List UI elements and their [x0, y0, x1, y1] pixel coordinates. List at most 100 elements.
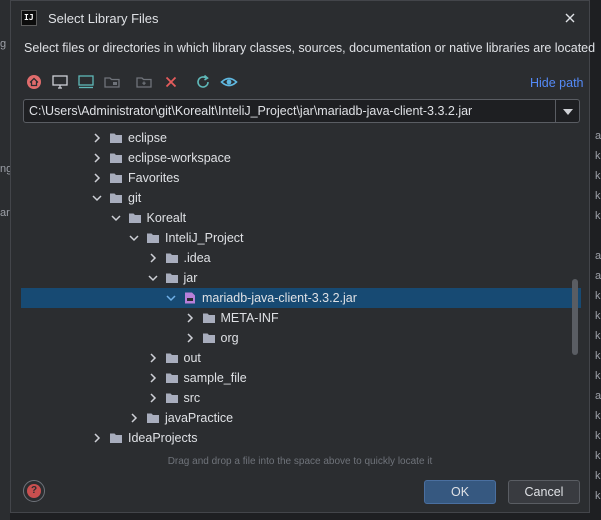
help-button[interactable]: ? [23, 480, 45, 502]
new-folder-button[interactable] [134, 72, 154, 92]
folder-icon [202, 331, 216, 345]
tree-row[interactable]: META-INF [21, 308, 581, 328]
project-button[interactable] [76, 72, 96, 92]
background-text: k [595, 290, 601, 302]
background-text: ar [595, 390, 601, 402]
background-text: k [595, 310, 601, 322]
chevron-right-icon[interactable] [91, 152, 103, 164]
jar-file-icon [183, 291, 197, 305]
tree-row-label: Favorites [128, 171, 180, 185]
folder-icon [165, 271, 179, 285]
background-text: k [595, 190, 601, 202]
folder-icon [202, 311, 216, 325]
tree-row[interactable]: org [21, 328, 581, 348]
chevron-down-icon[interactable] [128, 232, 140, 244]
tree-row[interactable]: git [21, 188, 581, 208]
tree-row[interactable]: eclipse [21, 128, 581, 148]
ok-button[interactable]: OK [424, 480, 496, 504]
folder-icon [146, 411, 160, 425]
tree-row-label: IdeaProjects [128, 431, 198, 445]
refresh-icon [197, 74, 209, 88]
chevron-right-icon[interactable] [91, 172, 103, 184]
background-text: k [595, 490, 601, 502]
folder-icon [128, 211, 142, 225]
drag-drop-hint: Drag and drop a file into the space abov… [167, 456, 433, 467]
tree-row-label: org [220, 331, 239, 345]
chevron-down-icon[interactable] [147, 272, 159, 284]
chevron-right-icon[interactable] [184, 332, 196, 344]
tree-row-label: .idea [183, 251, 211, 265]
chevron-right-icon[interactable] [91, 432, 103, 444]
tree-row[interactable]: IdeaProjects [21, 428, 581, 448]
tree-row[interactable]: out [21, 348, 581, 368]
delete-button[interactable] [161, 72, 181, 92]
path-history-dropdown[interactable] [555, 100, 579, 122]
background-text: ar [0, 207, 10, 219]
delete-icon [165, 76, 177, 88]
chevron-down-icon[interactable] [91, 192, 103, 204]
background-right-panel: arkkkkararkkkkkarkkkkk [590, 0, 601, 520]
chevron-right-icon[interactable] [147, 372, 159, 384]
file-tree: eclipse eclipse-workspace Favorites git Kore… [21, 128, 581, 452]
background-left-panel: g ng ar [0, 0, 12, 520]
background-text: k [595, 170, 601, 182]
background-text: k [595, 350, 601, 362]
path-input[interactable] [29, 100, 549, 122]
home-button[interactable] [24, 72, 44, 92]
folder-icon [109, 151, 123, 165]
tree-row-label: eclipse [128, 131, 167, 145]
folder-icon [165, 251, 179, 265]
project-icon [78, 75, 94, 89]
folder-icon [109, 191, 123, 205]
tree-row-selected[interactable]: mariadb-java-client-3.3.2.jar [21, 288, 581, 308]
folder-icon [109, 131, 123, 145]
chevron-down-icon[interactable] [165, 292, 177, 304]
chevron-right-icon[interactable] [91, 132, 103, 144]
background-text: k [595, 210, 601, 222]
tree-row[interactable]: jar [21, 268, 581, 288]
chevron-right-icon[interactable] [128, 412, 140, 424]
tree-row-label: mariadb-java-client-3.3.2.jar [202, 291, 357, 305]
tree-row-label: Korealt [146, 211, 187, 225]
folder-icon [146, 231, 160, 245]
dialog-title: Select Library Files [48, 11, 159, 26]
folder-icon [165, 371, 179, 385]
folder-icon [165, 351, 179, 365]
refresh-button[interactable] [193, 72, 213, 92]
tree-row[interactable]: Korealt [21, 208, 581, 228]
intellij-logo-icon: IJ [21, 10, 37, 26]
background-text: k [595, 450, 601, 462]
chevron-down-icon[interactable] [110, 212, 122, 224]
tree-row-label: out [183, 351, 201, 365]
close-button[interactable] [561, 9, 579, 27]
show-hidden-button[interactable] [219, 72, 239, 92]
show-hidden-icon [220, 77, 238, 87]
home-icon [27, 75, 41, 89]
tree-row[interactable]: Favorites [21, 168, 581, 188]
hide-path-link[interactable]: Hide path [530, 76, 584, 90]
desktop-button[interactable] [50, 72, 70, 92]
tree-row[interactable]: .idea [21, 248, 581, 268]
tree-scrollbar[interactable] [572, 279, 578, 355]
tree-row[interactable]: sample_file [21, 368, 581, 388]
dialog-description: Select files or directories in which lib… [24, 41, 596, 55]
chevron-right-icon[interactable] [147, 252, 159, 264]
background-text: ar [595, 130, 601, 142]
tree-row-label: src [183, 391, 201, 405]
background-text: k [595, 410, 601, 422]
module-button[interactable] [102, 72, 122, 92]
chevron-right-icon[interactable] [147, 352, 159, 364]
chevron-right-icon[interactable] [147, 392, 159, 404]
help-icon: ? [27, 484, 41, 498]
background-text: k [595, 430, 601, 442]
tree-row[interactable]: eclipse-workspace [21, 148, 581, 168]
tree-row[interactable]: InteliJ_Project [21, 228, 581, 248]
folder-icon [165, 391, 179, 405]
tree-row[interactable]: src [21, 388, 581, 408]
background-text: ar [595, 250, 601, 262]
folder-icon [109, 431, 123, 445]
tree-row-label: git [128, 191, 142, 205]
tree-row[interactable]: javaPractice [21, 408, 581, 428]
cancel-button[interactable]: Cancel [508, 480, 580, 504]
chevron-right-icon[interactable] [184, 312, 196, 324]
